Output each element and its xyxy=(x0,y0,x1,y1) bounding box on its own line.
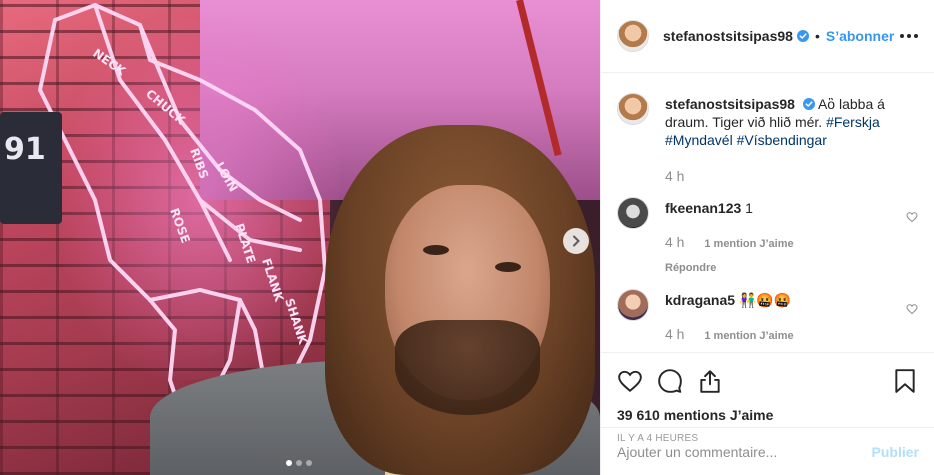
neon-word: LOIN xyxy=(212,160,240,195)
heart-icon[interactable] xyxy=(906,303,918,315)
commenter-avatar[interactable] xyxy=(617,197,649,229)
caption-time[interactable]: 4 h xyxy=(665,167,918,185)
follow-button[interactable]: S’abonner xyxy=(826,28,894,44)
bookmark-icon[interactable] xyxy=(892,368,918,394)
header-separator: • xyxy=(814,28,820,44)
comment-time[interactable]: 4 h xyxy=(665,326,684,342)
carousel-indicator xyxy=(286,460,312,466)
carousel-dot-active xyxy=(286,460,292,466)
caption-username[interactable]: stefanostsitsipas98 xyxy=(665,96,795,112)
verified-badge-icon xyxy=(802,98,815,110)
post-photo: NECK CHUCK RIBS LOIN ROSE PLATE FLANK SH… xyxy=(0,0,600,475)
right-eye xyxy=(495,262,521,272)
neon-word: PLATE xyxy=(232,222,258,265)
comment-input[interactable] xyxy=(617,443,872,460)
hashtag-link[interactable]: #Myndavél xyxy=(665,132,733,148)
heart-icon[interactable] xyxy=(906,211,918,223)
caption-avatar[interactable] xyxy=(617,93,649,125)
share-icon[interactable] xyxy=(697,368,723,394)
comment-likes[interactable]: 1 mention J’aime xyxy=(704,238,793,250)
post-media[interactable]: NECK CHUCK RIBS LOIN ROSE PLATE FLANK SH… xyxy=(0,0,600,475)
comment-icon[interactable] xyxy=(657,368,683,394)
heart-icon[interactable] xyxy=(617,368,643,394)
comment-text: 1 xyxy=(745,200,753,216)
carousel-next-button[interactable] xyxy=(563,228,589,254)
left-eye xyxy=(423,245,449,255)
beard xyxy=(395,320,540,415)
author-username[interactable]: stefanostsitsipas98 xyxy=(663,28,793,44)
comment-likes[interactable]: 1 mention J’aime xyxy=(704,330,793,342)
publish-button[interactable]: Publier xyxy=(872,444,919,460)
hashtag-link[interactable]: #Ferskja xyxy=(826,114,880,130)
post-header: stefanostsitsipas98 • S’abonner xyxy=(601,0,934,73)
instagram-post: NECK CHUCK RIBS LOIN ROSE PLATE FLANK SH… xyxy=(0,0,934,475)
number-sign: 91 xyxy=(0,112,62,224)
reply-button[interactable]: Répondre xyxy=(665,259,898,277)
author-avatar[interactable] xyxy=(617,20,649,52)
verified-badge-icon xyxy=(796,30,809,42)
hashtag-link[interactable]: #Vísbendingar xyxy=(737,132,827,148)
carousel-dot xyxy=(306,460,312,466)
neon-word: FLANK xyxy=(259,257,286,304)
comment-text: 👫🤬🤬 xyxy=(738,292,792,308)
neon-word: ROSE xyxy=(167,206,193,245)
chevron-right-icon xyxy=(573,235,580,247)
more-options-icon[interactable] xyxy=(900,34,918,38)
comment-username[interactable]: fkeenan123 xyxy=(665,200,741,216)
post-side-panel: stefanostsitsipas98 • S’abonner stefanos… xyxy=(600,0,934,475)
comments-list[interactable]: stefanostsitsipas98 Aὃ labba á draum. Ti… xyxy=(601,73,934,352)
neon-word: SHANK xyxy=(282,297,310,347)
comment-item: fkeenan123 1 4 h 1 mention J’aime Répond… xyxy=(617,197,918,277)
caption: stefanostsitsipas98 Aὃ labba á draum. Ti… xyxy=(617,93,918,185)
carousel-dot xyxy=(296,460,302,466)
commenter-avatar[interactable] xyxy=(617,289,649,321)
comment-username[interactable]: kdragana5 xyxy=(665,292,735,308)
likes-count[interactable]: 39 610 mentions J’aime xyxy=(617,407,918,423)
comment-time[interactable]: 4 h xyxy=(665,234,684,250)
add-comment-bar: Publier xyxy=(601,427,934,475)
comment-item: kdragana5 👫🤬🤬 4 h 1 mention J’aime xyxy=(617,289,918,345)
